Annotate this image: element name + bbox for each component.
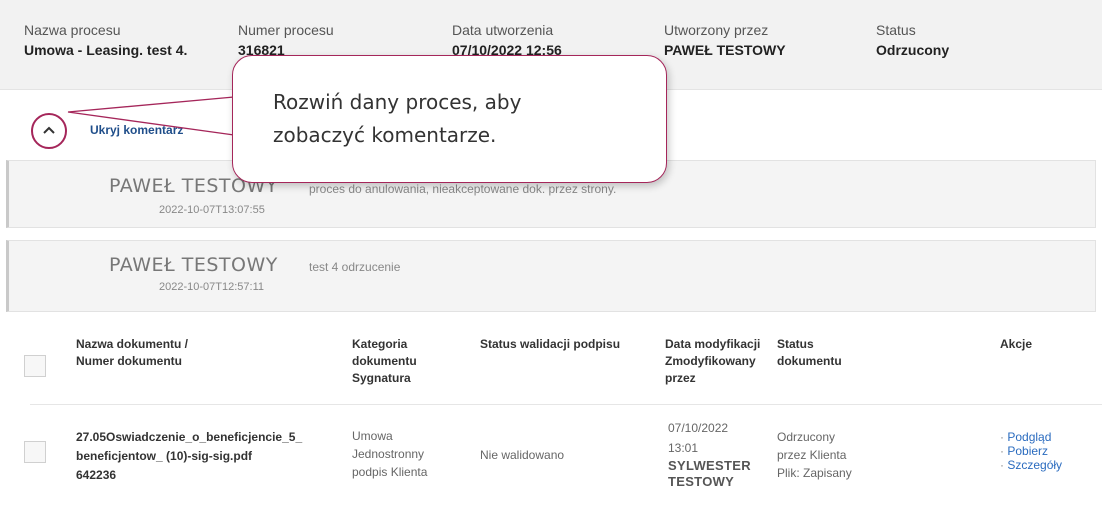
- callout-line: zobaczyć komentarze.: [273, 123, 497, 147]
- tutorial-callout: Rozwiń dany proces, aby zobaczyć komenta…: [232, 55, 667, 183]
- callout-line: Rozwiń dany proces, aby: [273, 90, 522, 114]
- callout-text: Rozwiń dany proces, aby zobaczyć komenta…: [273, 86, 521, 152]
